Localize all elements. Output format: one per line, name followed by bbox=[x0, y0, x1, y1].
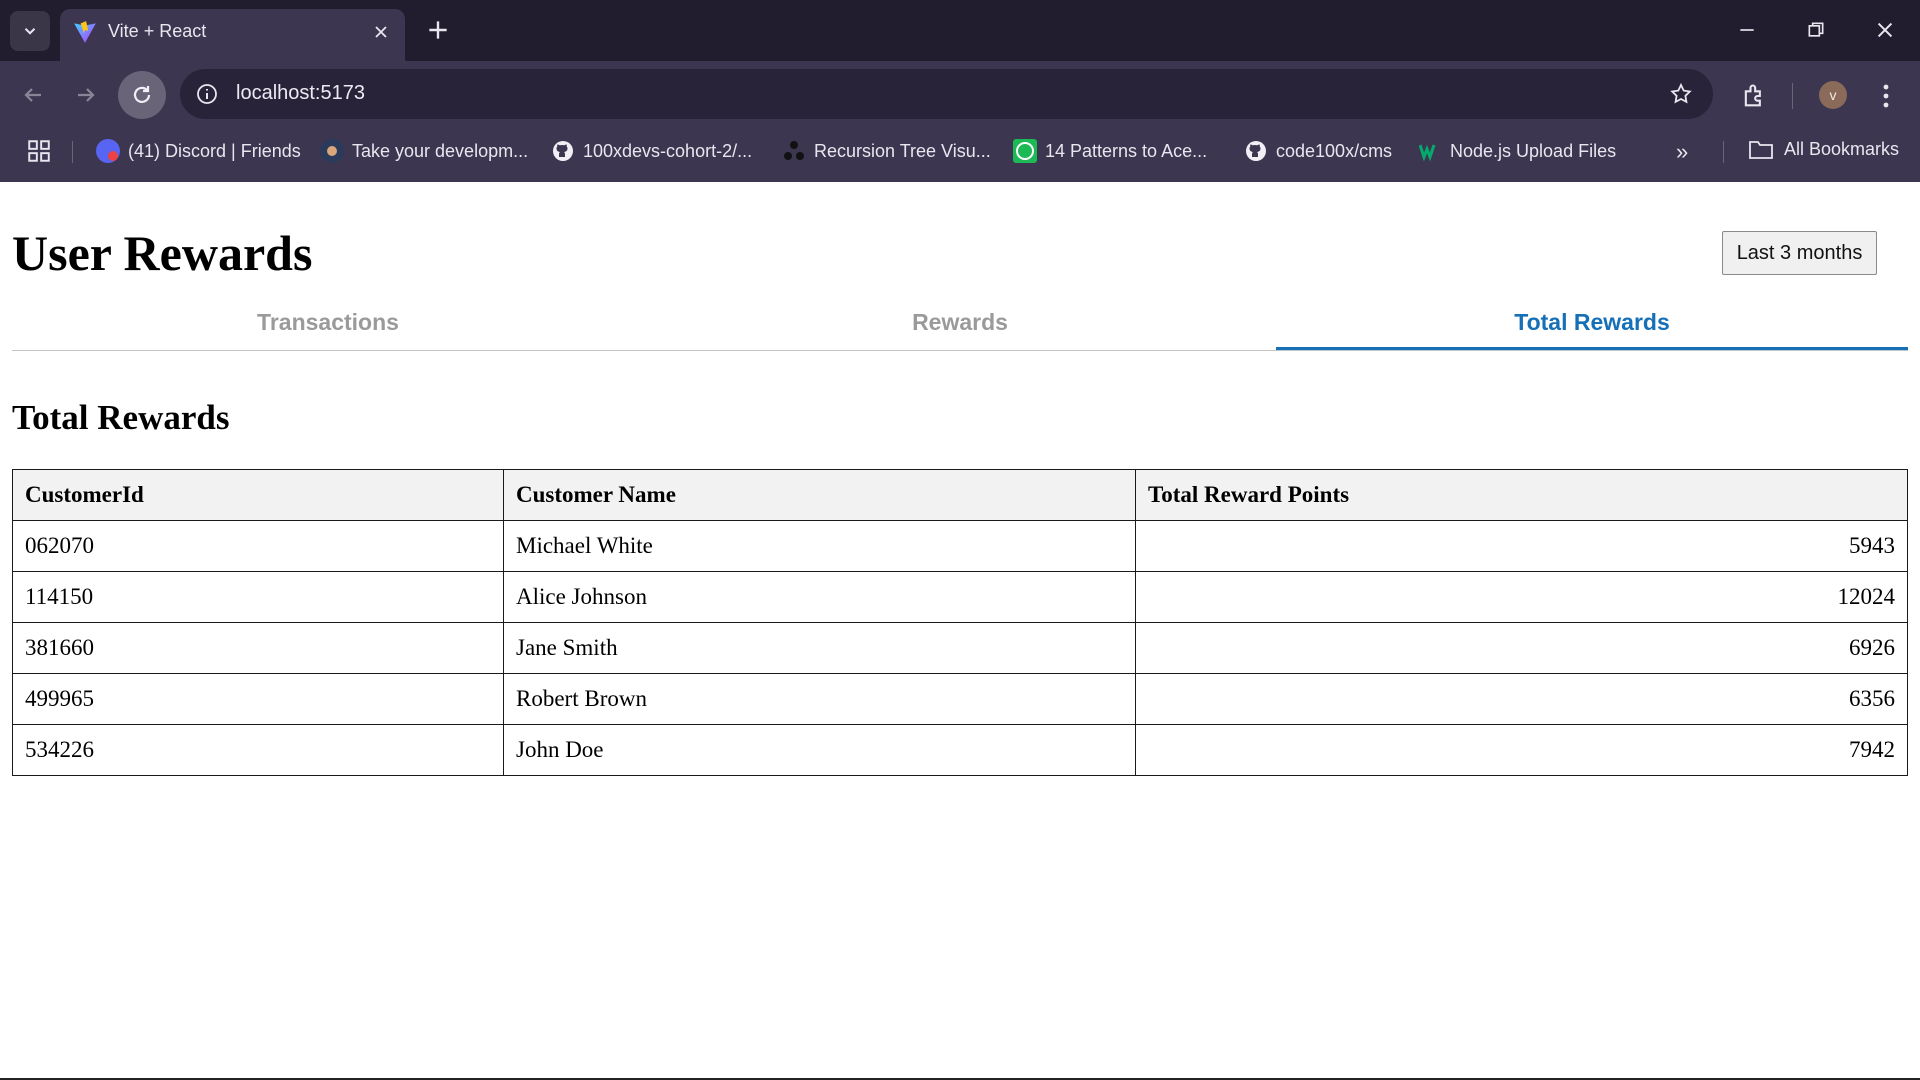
minimize-button[interactable] bbox=[1727, 14, 1767, 46]
page-content: User Rewards Last 3 months Transactions … bbox=[0, 182, 1920, 1080]
tab-transactions[interactable]: Transactions bbox=[12, 304, 644, 350]
vite-logo-icon bbox=[74, 21, 96, 43]
customer-name-cell: Robert Brown bbox=[503, 673, 1136, 725]
bookmark-nodejs-upload[interactable]: Node.js Upload Files bbox=[1418, 137, 1616, 165]
extensions-icon[interactable] bbox=[1740, 82, 1768, 110]
customer-name-cell: Jane Smith bbox=[503, 622, 1136, 674]
bookmark-label: Recursion Tree Visu... bbox=[814, 140, 991, 161]
folder-icon bbox=[1749, 141, 1773, 159]
bookmark-label: Take your developm... bbox=[352, 140, 529, 161]
browser-tab-strip: Vite + React bbox=[0, 0, 1920, 61]
reload-button[interactable] bbox=[118, 71, 166, 119]
active-tab-indicator bbox=[1276, 347, 1908, 350]
tree-icon bbox=[784, 141, 804, 160]
bookmark-label: Node.js Upload Files bbox=[1450, 140, 1617, 161]
url-text[interactable]: localhost:5173 bbox=[236, 82, 365, 105]
tab-rewards[interactable]: Rewards bbox=[644, 304, 1276, 350]
bookmark-label: (41) Discord | Friends bbox=[128, 140, 301, 161]
arrow-right-icon bbox=[78, 88, 95, 102]
bookmark-code100x-cms[interactable]: code100x/cms bbox=[1244, 137, 1392, 165]
kebab-menu-icon[interactable] bbox=[1875, 81, 1897, 111]
tab-bar: Transactions Rewards Total Rewards bbox=[12, 304, 1908, 351]
tab-search-button[interactable] bbox=[10, 11, 50, 51]
bookmark-discord[interactable]: (41) Discord | Friends bbox=[96, 137, 301, 165]
bookmark-label: code100x/cms bbox=[1276, 140, 1393, 161]
github-icon bbox=[553, 141, 573, 161]
table-row: 534226 John Doe 7942 bbox=[12, 724, 1908, 776]
total-rewards-table: CustomerId Customer Name Total Reward Po… bbox=[12, 469, 1908, 776]
browser-tab[interactable]: Vite + React bbox=[60, 9, 405, 61]
site-info-icon[interactable] bbox=[195, 82, 219, 106]
chevron-down-icon bbox=[24, 28, 36, 35]
toolbar-divider bbox=[1792, 83, 1793, 109]
more-bookmarks-button[interactable]: » bbox=[1676, 139, 1688, 165]
github-icon bbox=[1246, 141, 1266, 161]
reload-icon bbox=[133, 86, 151, 103]
tab-title: Vite + React bbox=[108, 21, 207, 41]
table-header-row: CustomerId Customer Name Total Reward Po… bbox=[12, 469, 1908, 521]
address-bar[interactable]: localhost:5173 bbox=[180, 69, 1713, 119]
bookmarks-divider bbox=[72, 141, 73, 163]
column-header-customer-id: CustomerId bbox=[12, 469, 504, 521]
bookmark-100xdevs-cohort[interactable]: 100xdevs-cohort-2/... bbox=[551, 137, 752, 165]
column-header-total-reward-points: Total Reward Points bbox=[1135, 469, 1908, 521]
reward-points-cell: 12024 bbox=[1135, 571, 1908, 623]
profile-icon bbox=[320, 139, 344, 163]
arrow-left-icon bbox=[24, 88, 41, 102]
reward-points-cell: 5943 bbox=[1135, 520, 1908, 572]
customer-id-cell: 499965 bbox=[12, 673, 504, 725]
reward-points-cell: 7942 bbox=[1135, 724, 1908, 776]
bookmark-label: 100xdevs-cohort-2/... bbox=[583, 140, 753, 161]
date-range-button[interactable]: Last 3 months bbox=[1722, 231, 1877, 275]
close-window-button[interactable] bbox=[1865, 14, 1905, 46]
bookmarks-divider bbox=[1723, 141, 1724, 163]
w3schools-icon bbox=[1418, 144, 1436, 162]
customer-name-cell: Michael White bbox=[503, 520, 1136, 572]
table-row: 062070 Michael White 5943 bbox=[12, 520, 1908, 572]
bookmark-recursion-tree[interactable]: Recursion Tree Visu... bbox=[782, 137, 991, 165]
tab-total-rewards[interactable]: Total Rewards bbox=[1276, 304, 1908, 350]
restore-button[interactable] bbox=[1796, 14, 1836, 46]
apps-grid-icon[interactable] bbox=[26, 138, 52, 164]
customer-id-cell: 381660 bbox=[12, 622, 504, 674]
column-header-customer-name: Customer Name bbox=[503, 469, 1136, 521]
back-button[interactable] bbox=[13, 75, 53, 115]
all-bookmarks-button[interactable]: All Bookmarks bbox=[1748, 137, 1899, 161]
reward-points-cell: 6356 bbox=[1135, 673, 1908, 725]
close-icon bbox=[1877, 22, 1893, 38]
bookmark-label: 14 Patterns to Ace... bbox=[1045, 140, 1208, 161]
bookmark-star-icon[interactable] bbox=[1669, 82, 1693, 106]
bookmark-take-your-development[interactable]: Take your developm... bbox=[320, 137, 528, 165]
restore-icon bbox=[1808, 22, 1824, 37]
bookmark-14-patterns[interactable]: 14 Patterns to Ace... bbox=[1013, 137, 1207, 165]
all-bookmarks-label: All Bookmarks bbox=[1784, 138, 1900, 159]
customer-name-cell: Alice Johnson bbox=[503, 571, 1136, 623]
close-icon[interactable] bbox=[371, 22, 391, 42]
table-row: 114150 Alice Johnson 12024 bbox=[12, 571, 1908, 623]
table-row: 381660 Jane Smith 6926 bbox=[12, 622, 1908, 674]
minimize-icon bbox=[1740, 29, 1754, 31]
section-title: Total Rewards bbox=[12, 398, 230, 437]
new-tab-icon[interactable] bbox=[425, 17, 451, 43]
forward-button[interactable] bbox=[66, 75, 106, 115]
customer-name-cell: John Doe bbox=[503, 724, 1136, 776]
reward-points-cell: 6926 bbox=[1135, 622, 1908, 674]
clock-icon bbox=[1013, 139, 1037, 163]
discord-icon bbox=[96, 139, 120, 163]
profile-avatar[interactable]: v bbox=[1819, 81, 1847, 109]
customer-id-cell: 534226 bbox=[12, 724, 504, 776]
customer-id-cell: 062070 bbox=[12, 520, 504, 572]
table-row: 499965 Robert Brown 6356 bbox=[12, 673, 1908, 725]
page-title: User Rewards bbox=[12, 225, 313, 281]
browser-toolbar: localhost:5173 v bbox=[0, 61, 1920, 130]
customer-id-cell: 114150 bbox=[12, 571, 504, 623]
